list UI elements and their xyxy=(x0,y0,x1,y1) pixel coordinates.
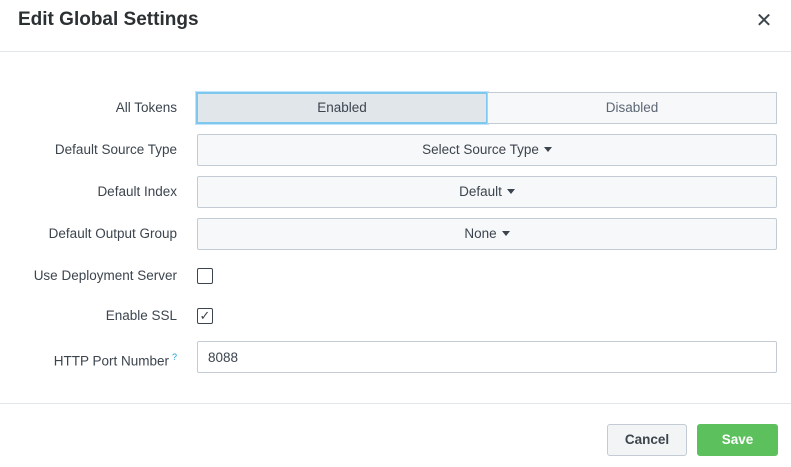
all-tokens-toggle: Enabled Disabled xyxy=(196,92,777,124)
default-source-type-label: Default Source Type xyxy=(54,142,177,157)
use-deployment-server-row: Use Deployment Server xyxy=(0,260,791,292)
default-output-group-dropdown[interactable]: None xyxy=(197,218,777,250)
cancel-button[interactable]: Cancel xyxy=(607,424,687,456)
help-icon[interactable]: ? xyxy=(172,352,177,362)
default-index-value: Default xyxy=(459,184,502,199)
dialog-footer: Cancel Save xyxy=(0,403,791,467)
default-source-type-row: Default Source Type Select Source Type xyxy=(0,134,791,166)
caret-down-icon xyxy=(506,188,515,194)
default-output-group-value: None xyxy=(464,226,497,241)
all-tokens-enabled-option[interactable]: Enabled xyxy=(196,92,488,124)
default-output-group-row: Default Output Group None xyxy=(0,218,791,250)
enable-ssl-checkbox[interactable]: ✓ xyxy=(197,308,213,324)
dialog-title: Edit Global Settings xyxy=(18,9,199,30)
caret-down-icon xyxy=(501,230,510,236)
default-output-group-label: Default Output Group xyxy=(48,226,177,241)
close-icon[interactable]: ✕ xyxy=(753,10,775,32)
use-deployment-server-label: Use Deployment Server xyxy=(33,268,177,283)
default-source-type-value: Select Source Type xyxy=(422,142,539,157)
all-tokens-disabled-option[interactable]: Disabled xyxy=(487,92,777,124)
http-port-number-input[interactable] xyxy=(197,341,777,373)
default-index-dropdown[interactable]: Default xyxy=(197,176,777,208)
default-source-type-dropdown[interactable]: Select Source Type xyxy=(197,134,777,166)
checkmark-icon: ✓ xyxy=(199,308,211,323)
all-tokens-label: All Tokens xyxy=(115,100,177,115)
all-tokens-row: All Tokens Enabled Disabled xyxy=(0,92,791,124)
http-port-number-label: HTTP Port Number xyxy=(53,353,169,369)
use-deployment-server-checkbox[interactable] xyxy=(197,268,213,284)
dialog-header: Edit Global Settings ✕ xyxy=(0,0,791,52)
default-index-label: Default Index xyxy=(97,184,177,199)
enable-ssl-label: Enable SSL xyxy=(105,308,177,323)
edit-global-settings-dialog: Edit Global Settings ✕ All Tokens Enable… xyxy=(0,0,791,467)
save-button[interactable]: Save xyxy=(697,424,778,456)
http-port-number-row: HTTP Port Number? xyxy=(0,341,791,373)
default-index-row: Default Index Default xyxy=(0,176,791,208)
http-port-number-label-wrap: HTTP Port Number? xyxy=(54,341,177,373)
enable-ssl-row: Enable SSL ✓ xyxy=(0,300,791,332)
caret-down-icon xyxy=(543,146,552,152)
